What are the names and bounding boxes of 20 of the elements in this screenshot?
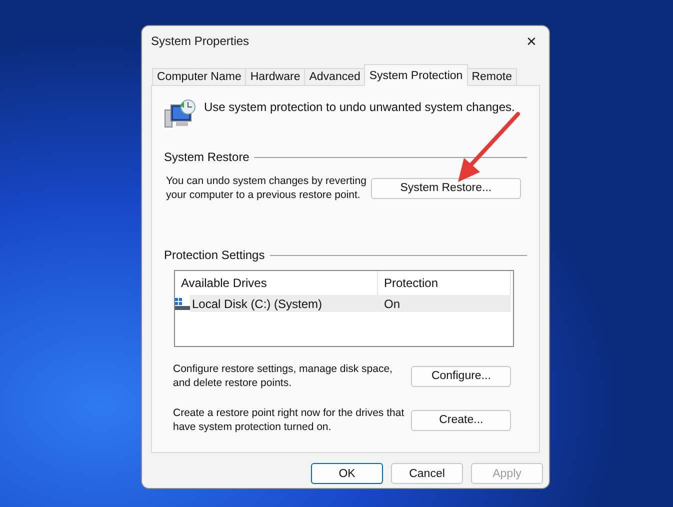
- description-text: You can undo system changes by reverting your computer to a previous restore point.: [166, 174, 368, 202]
- intro-text: Use system protection to undo unwanted system changes.: [204, 100, 515, 114]
- section-heading: Protection Settings: [164, 248, 265, 262]
- tab[interactable]: Remote: [466, 68, 517, 86]
- tab[interactable]: Computer Name: [152, 68, 246, 86]
- action-button[interactable]: Create...: [411, 410, 511, 430]
- system-restore-button[interactable]: System Restore...: [370, 178, 521, 198]
- dialog-button[interactable]: Cancel: [391, 463, 463, 484]
- dialog-button[interactable]: OK: [311, 463, 383, 484]
- protection-cell[interactable]: On: [378, 295, 511, 312]
- close-button[interactable]: ✕: [522, 32, 541, 50]
- action-button[interactable]: Configure...: [411, 366, 511, 386]
- window-title: System Properties: [151, 34, 250, 48]
- tab[interactable]: System Protection: [364, 64, 468, 86]
- description-text: Create a restore point right now for the drives that have system protection turned on.: [173, 406, 406, 434]
- description-text: Configure restore settings, manage disk space, and delete restore points.: [173, 362, 394, 390]
- drive-name-cell[interactable]: Local Disk (C:) (System): [190, 295, 378, 312]
- computer-restore-icon: [164, 98, 196, 130]
- drive-icon: [175, 298, 190, 310]
- section-heading: System Restore: [164, 150, 250, 164]
